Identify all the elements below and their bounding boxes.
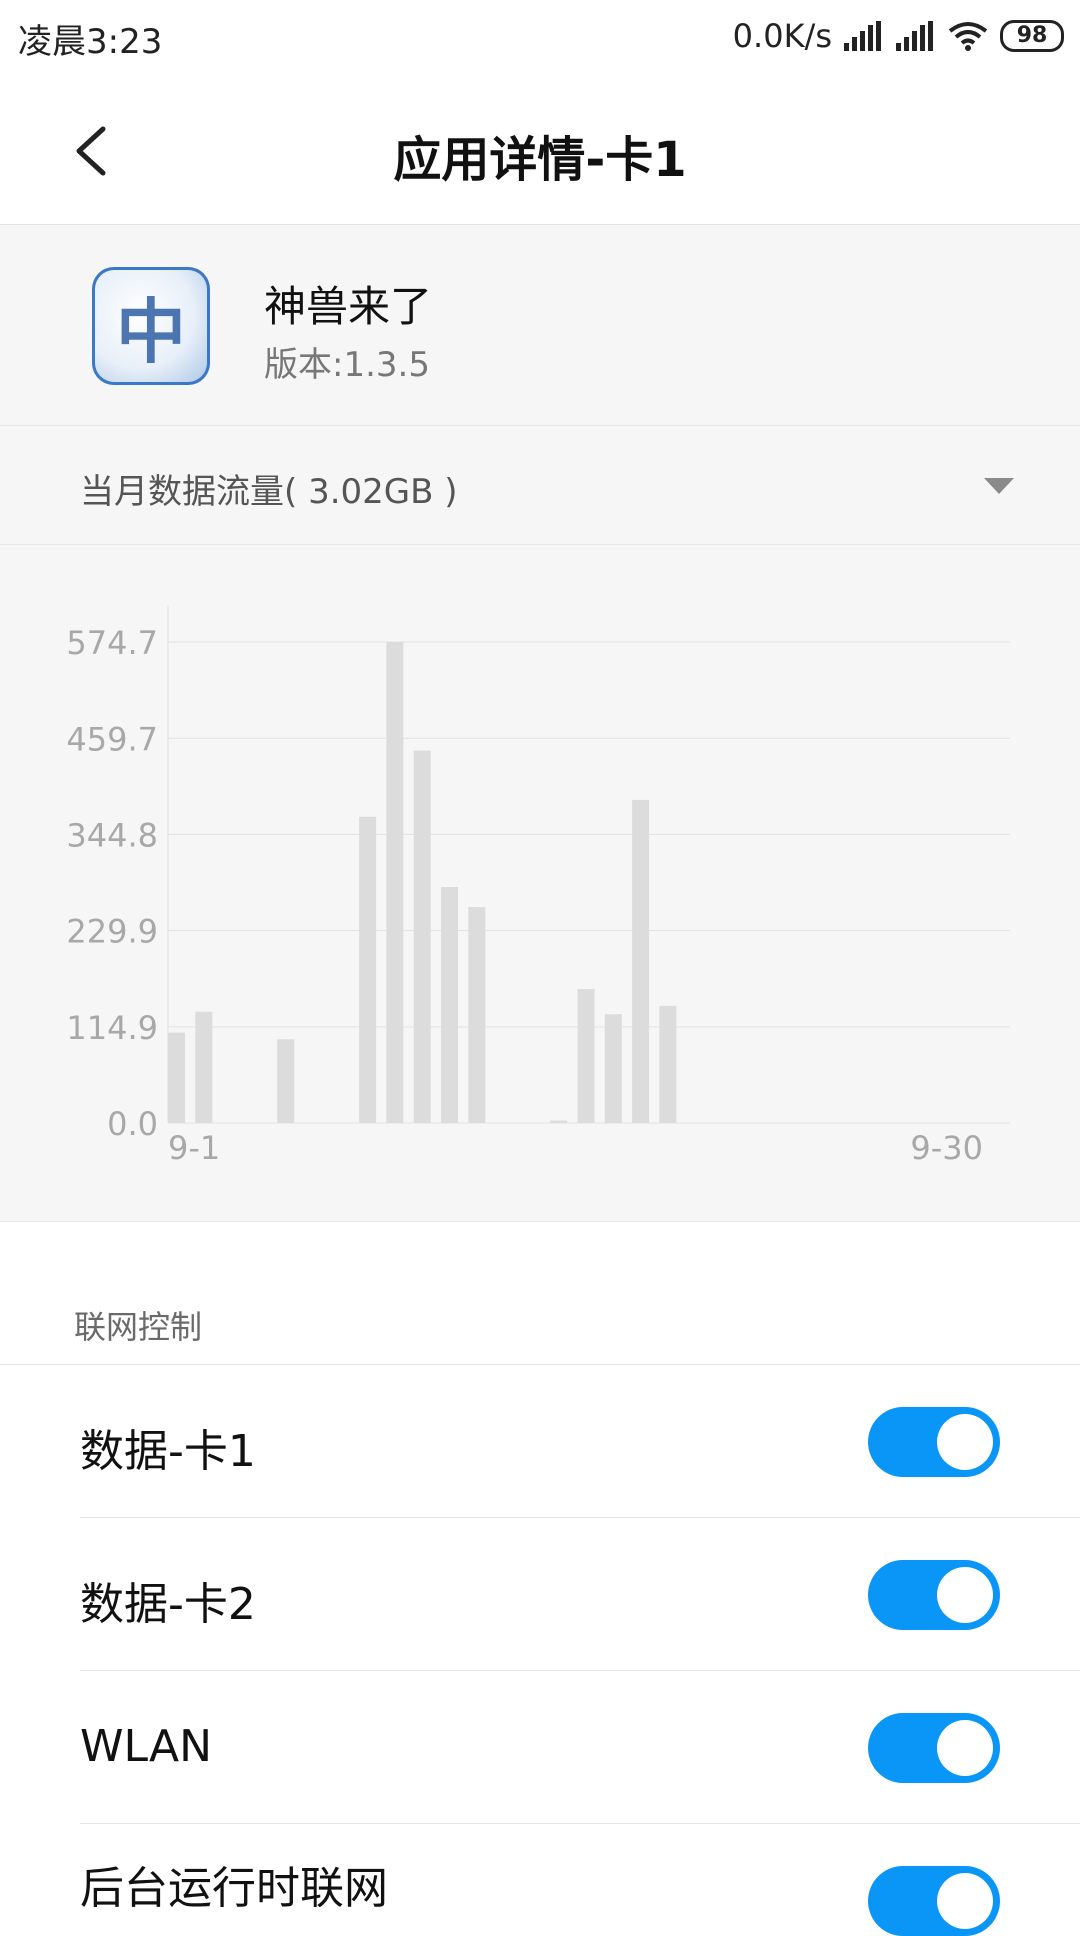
toggle-knob [937, 1720, 993, 1776]
network-item-label: 数据-卡1 [80, 1426, 256, 1477]
network-item-label: WLAN [80, 1721, 213, 1772]
x-tick-label-end: 9-30 [910, 1129, 983, 1167]
network-item-background[interactable]: 后台运行时联网 [0, 1824, 1080, 1936]
toggle-knob [937, 1414, 993, 1470]
toggle-switch[interactable] [868, 1560, 1000, 1630]
app-icon: 中 [92, 267, 210, 385]
x-tick-label-start: 9-1 [168, 1129, 220, 1167]
bar-9-10 [413, 750, 431, 1123]
network-item-sim2[interactable]: 数据-卡2 [0, 1518, 1080, 1671]
bar-9-19 [659, 1005, 677, 1123]
bar-9-12 [468, 907, 486, 1123]
toggle-knob [937, 1567, 993, 1623]
toggle-knob [937, 1873, 993, 1929]
signal-icon [896, 21, 933, 51]
title-bar: 应用详情-卡1 [0, 76, 1080, 225]
bar-9-18 [632, 799, 650, 1123]
bar-chart: 0.0 114.9 229.9 344.8 459.7 574.7 9-1 9-30 [66, 605, 1010, 1167]
y-tick-label: 344.8 [66, 816, 158, 854]
page-title: 应用详情-卡1 [393, 132, 687, 188]
network-item-label: 数据-卡2 [80, 1579, 256, 1630]
toggle-switch[interactable] [868, 1713, 1000, 1783]
y-tick-label: 0.0 [107, 1105, 158, 1143]
app-logo-icon: 中 [116, 289, 186, 373]
battery-icon: 98 [1000, 20, 1064, 52]
app-info: 中 神兽来了 版本:1.3.5 [0, 225, 1080, 426]
toggle-switch[interactable] [868, 1866, 1000, 1936]
bar-9-15 [550, 1120, 568, 1123]
usage-label: 当月数据流量( 3.02GB ) [80, 472, 458, 512]
y-tick-label: 229.9 [66, 913, 158, 951]
y-tick-label: 114.9 [66, 1009, 158, 1047]
bar-9-2 [195, 1011, 213, 1123]
usage-chart: 0.0 114.9 229.9 344.8 459.7 574.7 9-1 9-30 [0, 545, 1080, 1222]
net-speed: 0.0K/s [732, 17, 832, 55]
app-version: 版本:1.3.5 [264, 345, 430, 385]
triangle-down-icon [984, 478, 1014, 494]
network-item-wlan[interactable]: WLAN [0, 1671, 1080, 1824]
bar-9-16 [577, 989, 595, 1123]
status-icons: 0.0K/s 98 [733, 14, 1064, 58]
bar-9-8 [359, 816, 377, 1123]
bar-9-11 [441, 886, 458, 1123]
signal-icon [844, 21, 881, 51]
y-tick-label: 459.7 [66, 720, 158, 758]
wifi-icon [948, 22, 988, 51]
y-tick-label: 574.7 [66, 624, 158, 662]
usage-period-selector[interactable]: 当月数据流量( 3.02GB ) [0, 426, 1080, 545]
status-time: 凌晨3:23 [18, 22, 163, 62]
network-item-sim1[interactable]: 数据-卡1 [0, 1365, 1080, 1518]
status-bar: 凌晨3:23 0.0K/s 98 [0, 0, 1080, 76]
bar-9-1 [168, 1032, 185, 1123]
bar-9-5 [277, 1039, 295, 1123]
section-label: 联网控制 [74, 1308, 203, 1346]
toggle-switch[interactable] [868, 1407, 1000, 1477]
bar-9-9 [386, 642, 404, 1123]
bar-9-17 [604, 1014, 622, 1123]
app-name: 神兽来了 [264, 282, 433, 331]
network-item-label: 后台运行时联网 [80, 1863, 388, 1914]
